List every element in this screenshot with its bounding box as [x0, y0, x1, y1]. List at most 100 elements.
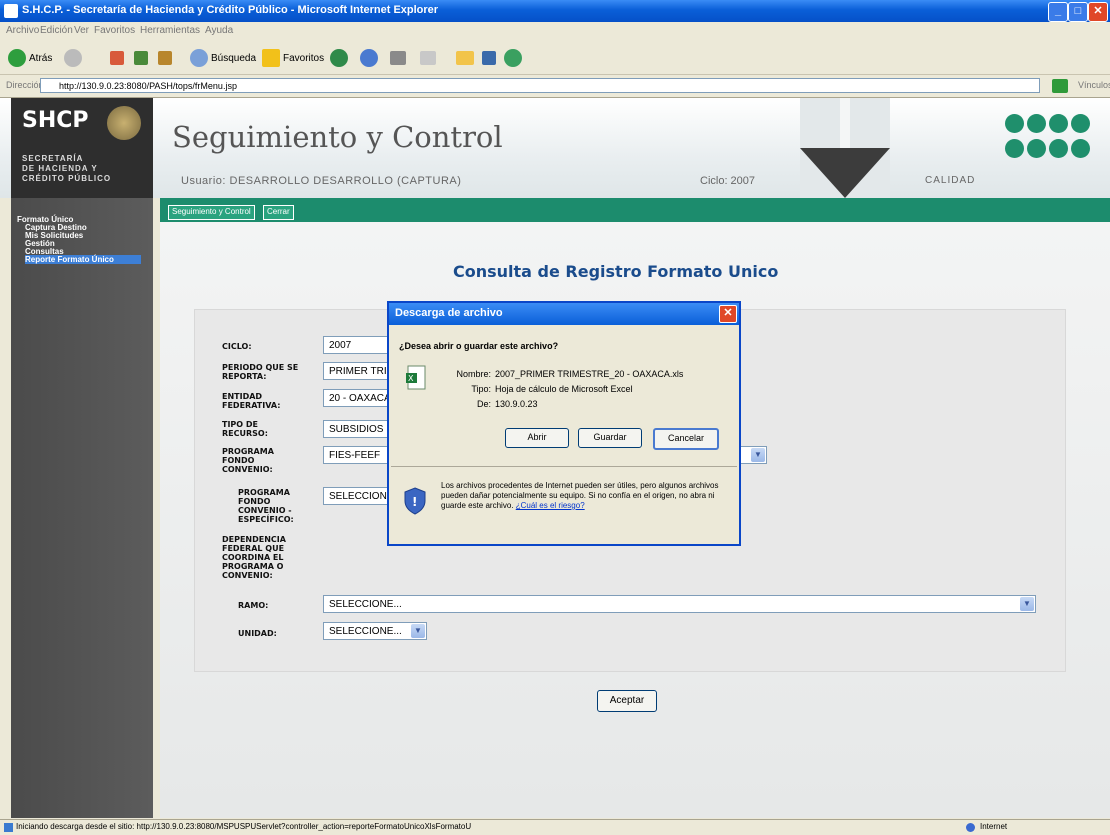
- open-button[interactable]: Abrir: [505, 428, 569, 448]
- entidad-label: ENTIDAD FEDERATIVA:: [222, 392, 281, 410]
- programa-select[interactable]: FIES-FEEF: [323, 446, 389, 464]
- folder-icon: [456, 51, 474, 65]
- menu-edit[interactable]: Edición: [40, 25, 73, 36]
- logo-text: SHCP: [22, 108, 89, 133]
- stop-button[interactable]: [110, 47, 124, 69]
- menu-favorites[interactable]: Favoritos: [94, 25, 135, 36]
- history-icon: [330, 49, 348, 67]
- programa-especifico-select[interactable]: SELECCIONE...: [323, 487, 389, 505]
- ie-app-icon: [4, 4, 18, 18]
- name-label: Nombre:: [456, 369, 491, 379]
- menu-tools[interactable]: Herramientas: [140, 25, 200, 36]
- back-icon[interactable]: [1049, 139, 1068, 158]
- type-value: Hoja de cálculo de Microsoft Excel: [495, 384, 633, 394]
- ciclo-label: CICLO:: [222, 342, 252, 351]
- maximize-button[interactable]: □: [1068, 2, 1088, 22]
- history-button[interactable]: [330, 47, 348, 69]
- mail-icon[interactable]: [1027, 114, 1046, 133]
- app-title: Seguimiento y Control: [172, 120, 503, 154]
- phone-icon[interactable]: [1005, 114, 1024, 133]
- refresh-icon: [134, 51, 148, 65]
- back-button[interactable]: Atrás: [8, 47, 52, 69]
- globe-icon: [966, 823, 975, 832]
- home-icon[interactable]: [1049, 114, 1068, 133]
- sidebar: Formato Único Captura Destino Mis Solici…: [11, 198, 153, 818]
- minus-icon[interactable]: [1027, 139, 1046, 158]
- print-icon: [390, 51, 406, 65]
- go-button[interactable]: [1052, 79, 1068, 93]
- security-zone: Internet: [980, 822, 1008, 831]
- refresh-button[interactable]: [134, 47, 148, 69]
- menu-file[interactable]: Archivo: [6, 25, 39, 36]
- forward-arrow-icon: [64, 49, 82, 67]
- calidad-label: CALIDAD: [925, 175, 976, 186]
- shcp-logo: SHCP SECRETARÍA DE HACIENDA Y CRÉDITO PÚ…: [11, 98, 153, 198]
- tab-cerrar[interactable]: Cerrar: [263, 205, 294, 220]
- messenger-button[interactable]: [504, 47, 522, 69]
- chevron-down-icon: ▼: [751, 448, 765, 462]
- search-button[interactable]: Búsqueda: [190, 47, 256, 69]
- entidad-select[interactable]: 20 - OAXACA: [323, 389, 389, 407]
- risk-link[interactable]: ¿Cuál es el riesgo?: [516, 501, 585, 510]
- header-decoration: [800, 98, 890, 198]
- minimize-button[interactable]: _: [1048, 2, 1068, 22]
- close-window-button[interactable]: ✕: [1088, 2, 1108, 22]
- excel-file-icon: X: [405, 365, 427, 391]
- page-title: Consulta de Registro Formato Unico: [453, 262, 779, 281]
- dialog-question: ¿Desea abrir o guardar este archivo?: [399, 341, 559, 351]
- from-value: 130.9.0.23: [495, 399, 538, 409]
- browser-toolbar: Atrás Búsqueda Favoritos: [0, 42, 1110, 75]
- unidad-select[interactable]: SELECCIONE... ▼: [323, 622, 427, 640]
- help-icon[interactable]: [1071, 139, 1090, 158]
- programa-especifico-label: PROGRAMA FONDO CONVENIO - ESPECÍFICO:: [238, 488, 294, 524]
- logo-subtitle: SECRETARÍA DE HACIENDA Y CRÉDITO PÚBLICO: [22, 154, 112, 183]
- download-icon: [4, 823, 13, 832]
- edit-button[interactable]: [420, 47, 436, 69]
- forward-icon[interactable]: [1005, 139, 1024, 158]
- address-label: Dirección: [6, 80, 44, 90]
- warning-text: Los archivos procedentes de Internet pue…: [441, 481, 719, 510]
- svg-text:X: X: [408, 374, 414, 383]
- shield-icon: !: [403, 487, 427, 515]
- unidad-label: UNIDAD:: [238, 629, 277, 638]
- back-arrow-icon: [8, 49, 26, 67]
- chevron-down-icon: ▼: [411, 624, 425, 638]
- svg-text:!: !: [412, 495, 417, 509]
- window-title-bar: S.H.C.P. - Secretaría de Hacienda y Créd…: [0, 0, 1110, 22]
- user-info: Usuario: DESARROLLO DESARROLLO (CAPTURA): [181, 175, 462, 187]
- home-button[interactable]: [158, 47, 172, 69]
- type-label: Tipo:: [471, 384, 491, 394]
- cancel-button[interactable]: Cancelar: [653, 428, 719, 450]
- mail-button[interactable]: [360, 47, 378, 69]
- search-icon: [190, 49, 208, 67]
- star-icon: [262, 49, 280, 67]
- dialog-close-button[interactable]: ✕: [719, 305, 737, 323]
- close-icon[interactable]: [1071, 114, 1090, 133]
- ramo-select[interactable]: SELECCIONE... ▼: [323, 595, 1036, 613]
- tipo-recurso-select[interactable]: SUBSIDIOS: [323, 420, 389, 438]
- save-button[interactable]: Guardar: [578, 428, 642, 448]
- favorites-button[interactable]: Favoritos: [262, 47, 324, 69]
- sidebar-item-reporte[interactable]: Reporte Formato Único: [25, 255, 141, 264]
- home-icon: [158, 51, 172, 65]
- stop-icon: [110, 51, 124, 65]
- aceptar-button[interactable]: Aceptar: [597, 690, 657, 712]
- menu-view[interactable]: Ver: [74, 25, 89, 36]
- periodo-select[interactable]: PRIMER TRIMESTRE: [323, 362, 389, 380]
- address-bar: Dirección http://130.9.0.23:8080/PASH/to…: [0, 75, 1110, 98]
- links-label: Vínculos: [1078, 80, 1110, 90]
- tab-seguimiento[interactable]: Seguimiento y Control: [168, 205, 255, 220]
- menu-help[interactable]: Ayuda: [205, 25, 233, 36]
- programa-select-arrow[interactable]: ▼: [737, 446, 767, 464]
- address-input[interactable]: http://130.9.0.23:8080/PASH/tops/frMenu.…: [40, 78, 1040, 93]
- ciclo-select[interactable]: 2007: [323, 336, 389, 354]
- forward-button[interactable]: [64, 47, 82, 69]
- research-icon: [482, 51, 496, 65]
- dependencia-label: DEPENDENCIA FEDERAL QUE COORDINA EL PROG…: [222, 535, 286, 580]
- status-text: Iniciando descarga desde el sitio: http:…: [16, 822, 472, 831]
- dialog-title-bar: Descarga de archivo ✕: [389, 303, 739, 325]
- research-button[interactable]: [482, 47, 496, 69]
- menu-bar: Archivo Edición Ver Favoritos Herramient…: [0, 22, 1110, 43]
- print-button[interactable]: [390, 47, 406, 69]
- folder-button[interactable]: [456, 47, 474, 69]
